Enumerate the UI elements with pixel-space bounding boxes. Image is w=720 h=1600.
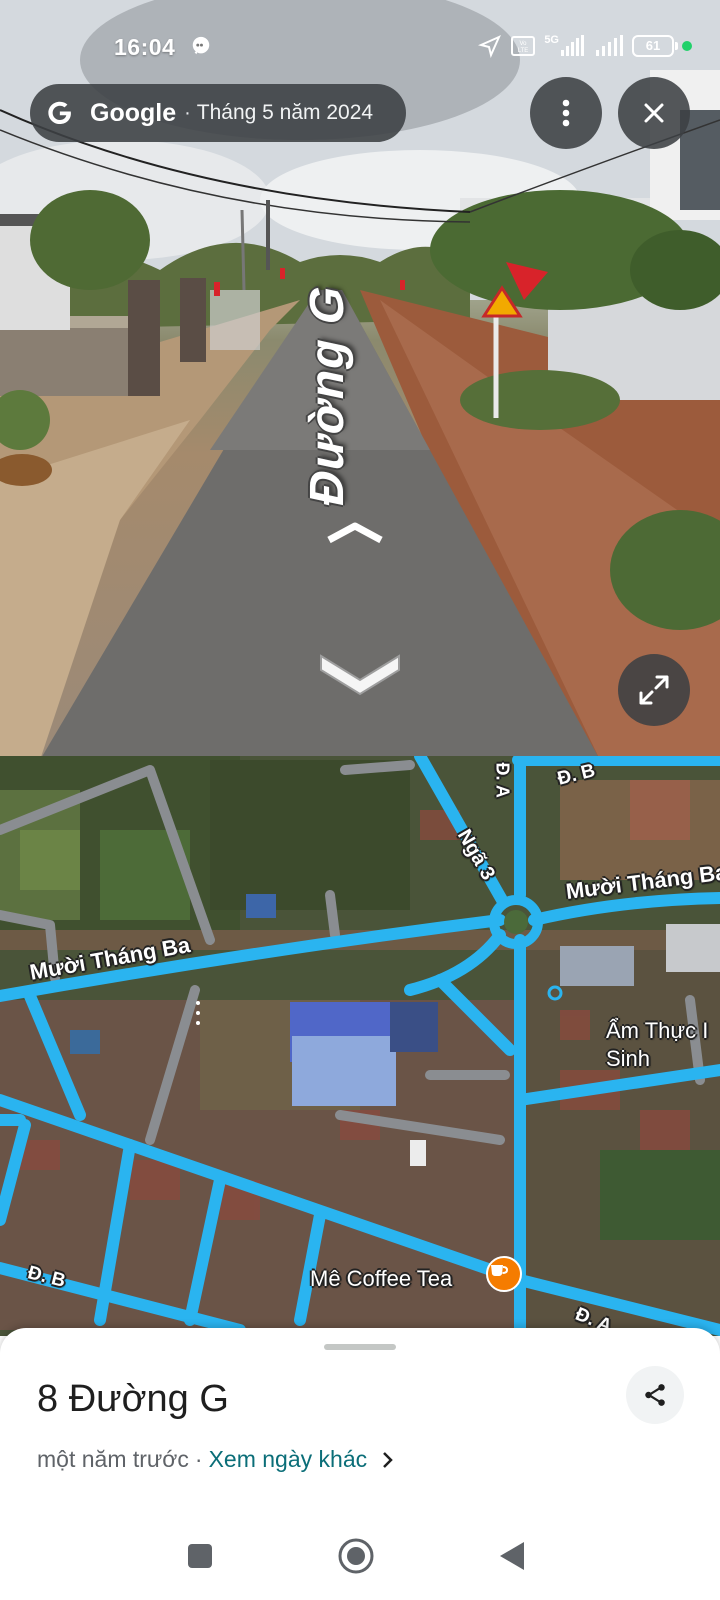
svg-text:Vo: Vo xyxy=(520,41,528,47)
svg-text:LTE: LTE xyxy=(518,48,529,54)
status-time: 16:04 xyxy=(114,34,176,60)
move-back-arrow-icon[interactable] xyxy=(317,648,403,700)
share-icon xyxy=(645,1384,665,1406)
road-name-overlay: Đường G xyxy=(301,279,354,511)
place-title: 8 Đường G xyxy=(37,1378,229,1420)
google-brand-label: Google xyxy=(90,98,177,127)
close-button[interactable] xyxy=(618,77,690,149)
coffee-icon[interactable] xyxy=(486,1256,522,1292)
home-button[interactable] xyxy=(336,1536,376,1576)
move-forward-arrow-icon[interactable] xyxy=(325,520,385,544)
meta-separator: · xyxy=(194,1446,203,1472)
recent-apps-button[interactable] xyxy=(180,1536,220,1576)
google-date-pill[interactable]: Google · Tháng 5 năm 2024 xyxy=(30,84,406,142)
back-button[interactable] xyxy=(492,1536,532,1576)
pill-separator: · xyxy=(184,101,191,124)
poi-label-me-coffee-tea[interactable]: Mê Coffee Tea xyxy=(310,1266,452,1292)
sheet-drag-handle[interactable] xyxy=(324,1344,396,1350)
capture-time-ago: một năm trước xyxy=(37,1446,189,1472)
capture-date-label: Tháng 5 năm 2024 xyxy=(196,101,374,124)
map-label-am-thuc[interactable]: Ẩm Thực I Sinh xyxy=(606,1017,708,1073)
map-label-d-a-north: Đ. A xyxy=(492,762,513,798)
capture-info-row: một năm trước · Xem ngày khác xyxy=(37,1446,393,1473)
chevron-right-icon[interactable] xyxy=(381,1451,393,1469)
coffee-cup-icon xyxy=(491,1265,509,1276)
location-arrow-icon xyxy=(478,35,502,58)
volte-icon: Vo LTE xyxy=(511,36,536,56)
share-button[interactable] xyxy=(626,1366,684,1424)
battery-icon: 61 xyxy=(632,35,678,57)
close-icon xyxy=(644,103,664,123)
home-icon xyxy=(338,1538,374,1574)
street-view-panorama[interactable]: 16:04 Vo LTE 5G 61 Google · Tháng 5 năm … xyxy=(0,0,720,756)
system-navigation-bar xyxy=(0,1510,720,1600)
expand-fullscreen-button[interactable] xyxy=(618,654,690,726)
recent-apps-icon xyxy=(188,1544,212,1568)
more-vert-icon xyxy=(562,99,570,127)
back-triangle-icon xyxy=(500,1542,524,1570)
signal-bars-icon xyxy=(561,35,584,56)
chat-notification-icon xyxy=(192,36,210,55)
network-type: 5G xyxy=(544,34,559,46)
privacy-indicator-dot xyxy=(682,41,692,51)
expand-icon xyxy=(639,675,669,705)
signal-5g-icon: 5G xyxy=(544,34,586,58)
google-g-icon xyxy=(48,101,71,125)
more-options-button[interactable] xyxy=(530,77,602,149)
see-other-dates-link[interactable]: Xem ngày khác xyxy=(209,1446,368,1473)
signal-bars-sim2-icon xyxy=(596,35,623,56)
status-bar: 16:04 Vo LTE 5G 61 xyxy=(0,28,720,68)
satellite-map[interactable]: Mười Tháng Ba Mười Tháng Ba Ngã 3 Đ. A Đ… xyxy=(0,756,720,1336)
